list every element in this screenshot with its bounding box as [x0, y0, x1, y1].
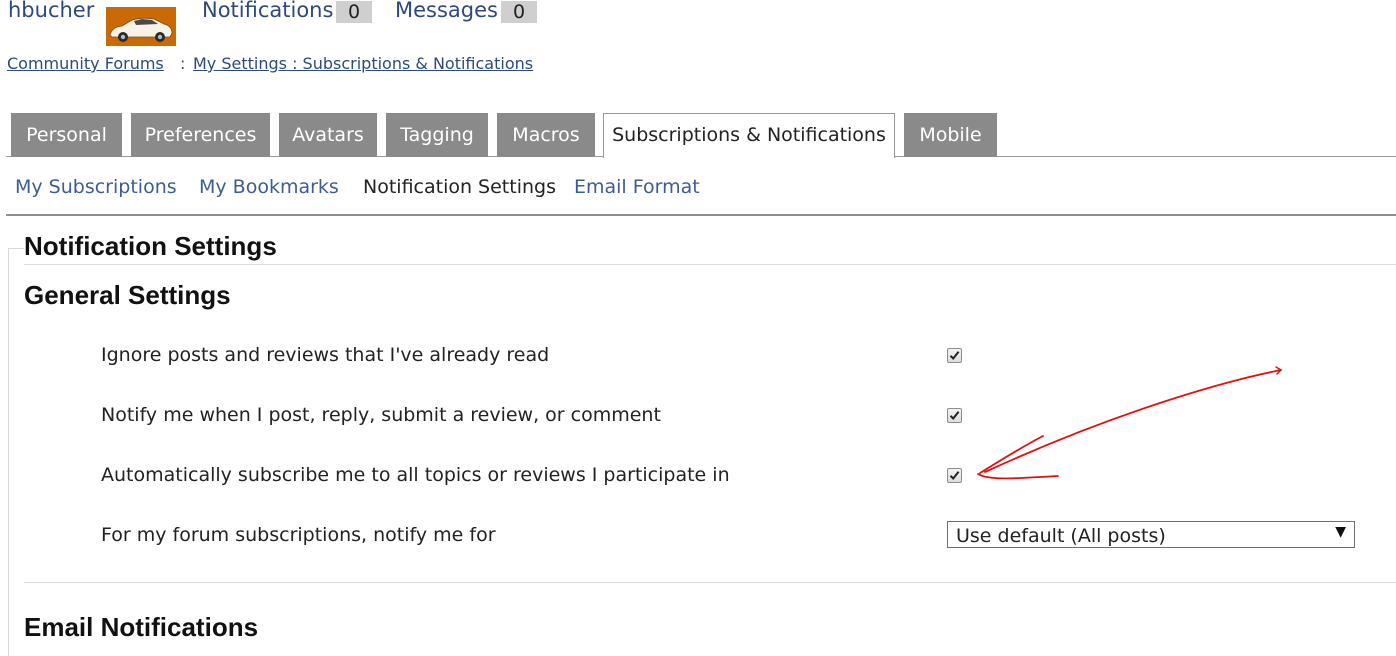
subnav-divider — [6, 214, 1396, 216]
tab-subscriptions-notifications[interactable]: Subscriptions & Notifications — [603, 113, 895, 158]
content-frame-border — [8, 248, 9, 656]
tab-preferences[interactable]: Preferences — [131, 113, 270, 157]
ignore-read-checkbox[interactable] — [947, 348, 962, 363]
tab-tagging[interactable]: Tagging — [386, 113, 488, 157]
notifications-count-badge[interactable]: 0 — [336, 1, 372, 23]
avatar[interactable] — [106, 7, 176, 46]
breadcrumb-home-link[interactable]: Community Forums — [7, 54, 164, 73]
notifications-link[interactable]: Notifications — [202, 0, 333, 22]
content-frame-top-border — [8, 248, 24, 249]
setting-label-notify-own-posts: Notify me when I post, reply, submit a r… — [101, 404, 661, 426]
red-annotation-arrow-icon — [977, 366, 1283, 480]
section-divider — [24, 582, 1396, 583]
messages-link[interactable]: Messages — [395, 0, 498, 22]
checkmark-icon — [949, 471, 960, 480]
username-link[interactable]: hbucher — [8, 0, 94, 22]
tab-avatars[interactable]: Avatars — [279, 113, 377, 157]
general-settings-heading: General Settings — [24, 280, 231, 310]
checkmark-icon — [949, 351, 960, 360]
breadcrumb-current-link[interactable]: My Settings : Subscriptions & Notificati… — [193, 54, 533, 73]
triangle-down-icon: ▼ — [1335, 524, 1346, 540]
setting-label-auto-subscribe: Automatically subscribe me to all topics… — [101, 464, 730, 486]
tab-macros[interactable]: Macros — [497, 113, 595, 157]
subnav-notification-settings: Notification Settings — [363, 176, 556, 198]
breadcrumb-separator: : — [180, 54, 186, 73]
setting-label-ignore-read: Ignore posts and reviews that I've alrea… — [101, 344, 550, 366]
tab-personal[interactable]: Personal — [11, 113, 122, 157]
forum-notify-select[interactable]: Use default (All posts) ▼ — [947, 521, 1355, 548]
auto-subscribe-checkbox[interactable] — [947, 468, 962, 483]
messages-count-badge[interactable]: 0 — [501, 1, 537, 23]
email-notifications-heading: Email Notifications — [24, 612, 259, 642]
forum-notify-select-value: Use default (All posts) — [956, 525, 1166, 547]
sports-car-icon — [106, 7, 176, 46]
setting-label-forum-notify: For my forum subscriptions, notify me fo… — [101, 524, 496, 546]
tab-mobile[interactable]: Mobile — [904, 113, 997, 157]
page-title: Notification Settings — [24, 231, 277, 261]
subnav-my-bookmarks[interactable]: My Bookmarks — [199, 176, 339, 198]
subnav-email-format[interactable]: Email Format — [574, 176, 700, 198]
checkmark-icon — [949, 411, 960, 420]
subnav-my-subscriptions[interactable]: My Subscriptions — [15, 176, 177, 198]
title-divider — [24, 264, 1396, 265]
notify-own-posts-checkbox[interactable] — [947, 408, 962, 423]
